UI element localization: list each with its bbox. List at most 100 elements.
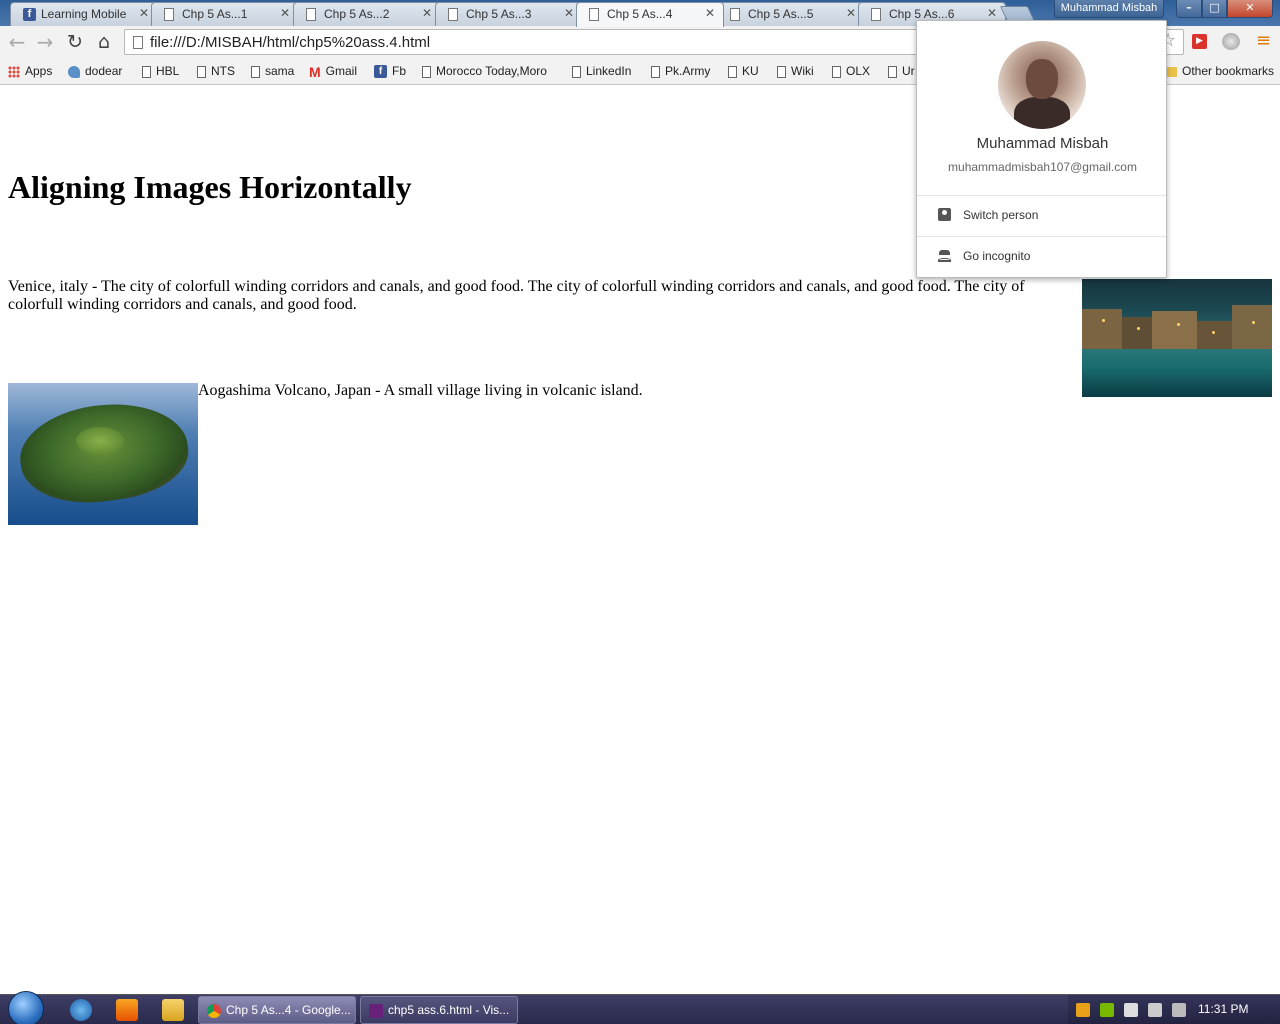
page-heading: Aligning Images Horizontally <box>8 169 412 205</box>
person-icon <box>938 208 951 221</box>
extension-icon[interactable] <box>1222 33 1240 50</box>
taskbar-visual-studio-window[interactable]: chp5 ass.6.html - Vis... <box>360 996 518 1024</box>
network-icon[interactable] <box>1148 1003 1162 1017</box>
bookmark-label: LinkedIn <box>586 64 632 78</box>
tab-learning-mobile[interactable]: f Learning Mobile ✕ <box>10 2 158 26</box>
reload-button[interactable]: ↻ <box>63 30 87 54</box>
document-icon <box>164 8 174 21</box>
bookmark-label: Apps <box>25 64 53 78</box>
back-button[interactable]: ← <box>5 30 29 54</box>
action-center-flag-icon[interactable] <box>1124 1003 1138 1017</box>
home-button[interactable]: ⌂ <box>92 30 116 54</box>
profile-menu: Muhammad Misbah muhammadmisbah107@gmail.… <box>916 20 1167 278</box>
bookmark-label: Pk.Army <box>665 64 711 78</box>
bookmark-label: HBL <box>156 64 180 78</box>
close-tab-icon[interactable]: ✕ <box>987 6 997 20</box>
bookmark-apps[interactable]: Apps <box>8 63 52 79</box>
tab-chp5-ass5[interactable]: Chp 5 As...5 ✕ <box>717 2 865 26</box>
tab-title: Chp 5 As...4 <box>607 7 673 21</box>
apps-icon <box>8 65 20 78</box>
task-label: chp5 ass.6.html - Vis... <box>388 1003 510 1017</box>
document-icon <box>572 65 581 78</box>
volume-icon[interactable] <box>1172 1003 1186 1017</box>
chrome-icon <box>207 1003 221 1018</box>
bookmark-fb[interactable]: f Fb <box>374 63 406 79</box>
incognito-icon <box>938 249 951 262</box>
close-tab-icon[interactable]: ✕ <box>705 6 715 20</box>
chrome-menu-icon[interactable]: ≡ <box>1256 31 1271 51</box>
gmail-icon: M <box>309 63 321 80</box>
visual-studio-icon <box>369 1003 383 1018</box>
aogashima-image <box>8 383 198 525</box>
taskbar-chrome-window[interactable]: Chp 5 As...4 - Google... <box>198 996 356 1024</box>
maximize-button[interactable]: □ <box>1202 0 1227 18</box>
notification-icon[interactable] <box>1076 1003 1090 1017</box>
document-icon <box>888 65 897 78</box>
close-tab-icon[interactable]: ✕ <box>280 6 290 20</box>
document-icon <box>832 65 841 78</box>
bookmark-label: Ur <box>902 64 915 78</box>
bookmark-nts[interactable]: NTS <box>197 63 235 79</box>
avatar <box>998 41 1086 129</box>
tab-chp5-ass4[interactable]: Chp 5 As...4 ✕ <box>576 2 724 27</box>
bookmark-label: Morocco Today,Moro <box>436 64 547 78</box>
aogashima-paragraph: Aogashima Volcano, Japan - A small villa… <box>198 382 643 399</box>
bookmark-wiki[interactable]: Wiki <box>777 63 814 79</box>
close-tab-icon[interactable]: ✕ <box>564 6 574 20</box>
tab-title: Chp 5 As...1 <box>182 7 248 21</box>
page-info-icon[interactable] <box>133 36 143 49</box>
bookmark-linkedin[interactable]: LinkedIn <box>572 63 631 79</box>
profile-email: muhammadmisbah107@gmail.com <box>948 160 1137 174</box>
document-icon <box>730 8 740 21</box>
other-bookmarks[interactable]: Other bookmarks <box>1164 63 1274 79</box>
bookmark-dodear[interactable]: dodear <box>68 63 122 79</box>
tab-chp5-ass1[interactable]: Chp 5 As...1 ✕ <box>151 2 299 26</box>
bookmark-gmail[interactable]: M Gmail <box>309 63 357 80</box>
document-icon <box>728 65 737 78</box>
document-icon <box>871 8 881 21</box>
tab-title: Chp 5 As...2 <box>324 7 390 21</box>
minimize-button[interactable]: – <box>1176 0 1202 18</box>
close-window-button[interactable]: ✕ <box>1227 0 1273 18</box>
bookmark-olx[interactable]: OLX <box>832 63 870 79</box>
bookmark-label: sama <box>265 64 295 78</box>
facebook-icon: f <box>374 65 387 79</box>
profile-button[interactable]: Muhammad Misbah <box>1054 0 1164 18</box>
bookmark-morocco-today[interactable]: Morocco Today,Moro <box>422 63 556 79</box>
document-icon <box>589 8 599 21</box>
go-incognito-item[interactable]: Go incognito <box>917 237 1166 277</box>
tab-chp5-ass2[interactable]: Chp 5 As...2 ✕ <box>293 2 441 26</box>
close-tab-icon[interactable]: ✕ <box>846 6 856 20</box>
bookmark-ur[interactable]: Ur <box>888 63 915 79</box>
close-tab-icon[interactable]: ✕ <box>422 6 432 20</box>
bookmark-ku[interactable]: KU <box>728 63 759 79</box>
bookmark-label: KU <box>742 64 759 78</box>
forward-button[interactable]: → <box>33 30 57 54</box>
file-explorer-icon[interactable] <box>162 999 184 1021</box>
document-icon <box>422 65 431 78</box>
switch-person-item[interactable]: Switch person <box>917 196 1166 236</box>
bookmark-label: NTS <box>211 64 235 78</box>
dodear-icon <box>68 65 80 78</box>
media-player-icon[interactable] <box>116 999 138 1021</box>
tab-chp5-ass3[interactable]: Chp 5 As...3 ✕ <box>435 2 583 26</box>
internet-explorer-icon[interactable] <box>70 999 92 1021</box>
document-icon <box>142 65 151 78</box>
nvidia-icon[interactable] <box>1100 1003 1114 1017</box>
document-icon <box>251 65 260 78</box>
close-tab-icon[interactable]: ✕ <box>139 6 149 20</box>
bookmark-label: Fb <box>392 64 407 78</box>
youtube-extension-icon[interactable]: ▶ <box>1192 34 1207 49</box>
clock[interactable]: 11:31 PM <box>1198 1002 1248 1016</box>
tab-title: Chp 5 As...5 <box>748 7 814 21</box>
url-text[interactable]: file:///D:/MISBAH/html/chp5%20ass.4.html <box>150 34 430 51</box>
bookmark-hbl[interactable]: HBL <box>142 63 179 79</box>
bookmark-pk-army[interactable]: Pk.Army <box>651 63 710 79</box>
document-icon <box>651 65 660 78</box>
bookmark-label: Wiki <box>791 64 814 78</box>
start-button[interactable] <box>8 991 44 1024</box>
document-icon <box>777 65 786 78</box>
bookmark-label: dodear <box>85 64 123 78</box>
document-icon <box>197 65 206 78</box>
bookmark-sama[interactable]: sama <box>251 63 294 79</box>
